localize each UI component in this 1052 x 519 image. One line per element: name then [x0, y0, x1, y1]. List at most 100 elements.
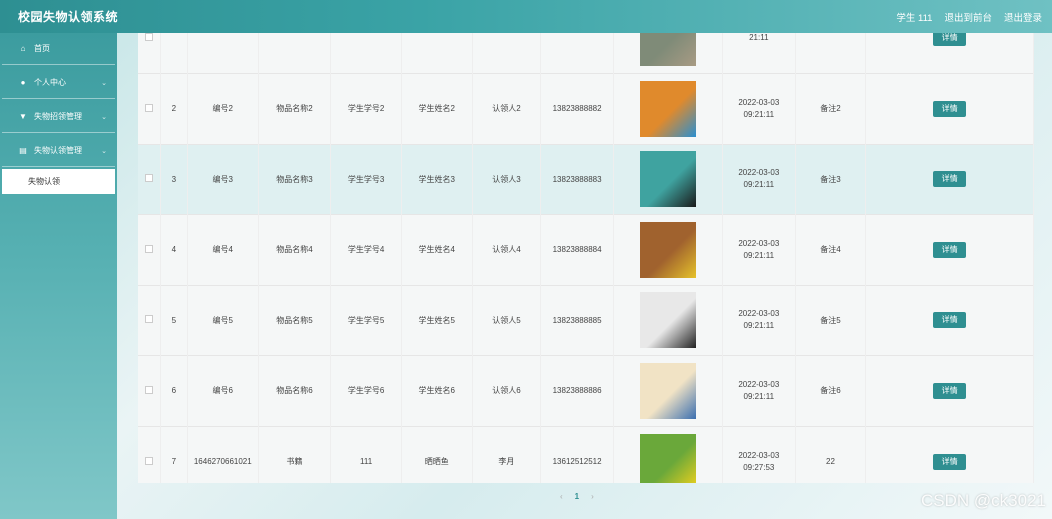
item-thumbnail: [639, 433, 696, 483]
table-cell: 认领人5: [472, 284, 542, 356]
filter-icon: ▼: [19, 112, 27, 121]
chevron-down-icon: ⌄: [101, 147, 107, 155]
remark: 备注4: [820, 245, 841, 255]
student-name: 学生姓名5: [418, 315, 455, 325]
item-thumbnail: [639, 80, 696, 137]
item-name: 物品名称5: [276, 315, 313, 325]
table-cell: 2022-03-03 09:21:11: [722, 284, 796, 356]
table-cell: [138, 143, 161, 215]
phone: 13823888885: [552, 315, 602, 325]
table-cell: 2022-03-03 09:27:53: [722, 425, 796, 483]
table-cell: 学生姓名6: [401, 355, 473, 426]
sidebar-item-3[interactable]: ▤ 失物认领管理 ⌄: [2, 135, 115, 167]
table-row[interactable]: 2 编号2 物品名称2 学生学号2 学生姓名2 认领人2 13823888882 2022-0…: [138, 73, 1034, 144]
table-cell: 6: [160, 355, 188, 426]
table-cell: 详情: [865, 425, 1034, 483]
home-icon: ⌂: [20, 44, 26, 53]
table-cell: [187, 33, 259, 74]
table-cell: 学生学号2: [330, 73, 402, 144]
main-content: 21:11 详情 2 编号2 物品名称2 学生学号2 学生姓名2 认领人2 1382388888…: [138, 33, 1034, 483]
chevron-down-icon: ⌄: [101, 79, 107, 87]
table-cell: 认领人3: [472, 143, 542, 215]
remark: 备注3: [820, 174, 841, 184]
table-cell: 1646270661021: [187, 425, 259, 483]
sidebar-item-1[interactable]: ● 个人中心 ⌄: [2, 67, 115, 99]
sidebar-subitem-claims[interactable]: 失物认领: [2, 169, 115, 194]
detail-button[interactable]: 详情: [933, 33, 967, 46]
table-row[interactable]: 21:11 详情: [138, 33, 1034, 74]
table-cell: [540, 33, 614, 74]
detail-button[interactable]: 详情: [933, 171, 967, 188]
sidebar-item-0[interactable]: ⌂ 首页: [2, 33, 115, 65]
detail-button[interactable]: 详情: [933, 382, 967, 399]
detail-button[interactable]: 详情: [933, 241, 967, 258]
detail-button[interactable]: 详情: [933, 312, 967, 329]
table-row[interactable]: 7 1646270661021 书籍 111 晒晒鱼 李月 13612512512 2022-…: [138, 425, 1034, 483]
table-cell: 13823888883: [540, 143, 614, 215]
table-cell: 详情: [865, 214, 1034, 285]
row-index: 2: [171, 104, 177, 114]
header-actions: 学生 111 退出到前台 退出登录: [896, 10, 1042, 24]
phone: 13823888883: [552, 174, 602, 184]
item-code: 编号6: [212, 386, 233, 396]
back-to-frontend-link[interactable]: 退出到前台: [944, 10, 992, 24]
table-cell: 4: [160, 214, 188, 285]
next-page-button[interactable]: ›: [591, 492, 594, 501]
table-cell: [613, 214, 723, 285]
student-name: 学生姓名3: [418, 174, 455, 184]
table-row[interactable]: 4 编号4 物品名称4 学生学号4 学生姓名4 认领人4 13823888884 2022-0…: [138, 214, 1034, 285]
current-page[interactable]: 1: [575, 492, 579, 501]
table-cell: 2022-03-03 09:21:11: [722, 355, 796, 426]
table-cell: 13823888886: [540, 355, 614, 426]
item-code: 1646270661021: [193, 457, 252, 466]
table-cell: 学生学号5: [330, 284, 402, 356]
sidebar-item-2[interactable]: ▼ 失物招领管理 ⌄: [2, 101, 115, 133]
table-cell: 学生姓名5: [401, 284, 473, 356]
detail-button[interactable]: 详情: [933, 100, 967, 117]
table-row[interactable]: 5 编号5 物品名称5 学生学号5 学生姓名5 认领人5 13823888885 2022-0…: [138, 284, 1034, 356]
claim-time: 2022-03-03 09:21:11: [738, 379, 780, 401]
sidebar-subitem-label: 失物认领: [28, 177, 60, 186]
table-cell: 2022-03-03 09:21:11: [722, 143, 796, 215]
table-row[interactable]: 3 编号3 物品名称3 学生学号3 学生姓名3 认领人3 13823888883 2022-0…: [138, 143, 1034, 215]
claim-time: 2022-03-03 09:21:11: [738, 168, 780, 190]
item-thumbnail: [639, 221, 696, 278]
table-cell: [613, 33, 723, 74]
row-checkbox[interactable]: [144, 103, 153, 112]
row-checkbox[interactable]: [144, 244, 153, 253]
table-cell: [138, 33, 161, 74]
table-row[interactable]: 6 编号6 物品名称6 学生学号6 学生姓名6 认领人6 13823888886 2022-0…: [138, 355, 1034, 426]
item-name: 物品名称3: [276, 174, 313, 184]
table-cell: 13823888884: [540, 214, 614, 285]
table-cell: 备注3: [795, 143, 867, 215]
item-name: 物品名称2: [276, 104, 313, 114]
claimant: 认领人3: [492, 174, 521, 184]
detail-button[interactable]: 详情: [933, 453, 967, 470]
row-index: 7: [171, 457, 177, 466]
table-cell: [160, 33, 188, 74]
table-cell: 书籍: [258, 425, 332, 483]
item-thumbnail: [639, 292, 696, 349]
row-checkbox[interactable]: [144, 385, 153, 394]
claimant: 认领人2: [492, 104, 521, 114]
prev-page-button[interactable]: ‹: [560, 492, 563, 501]
row-checkbox[interactable]: [144, 33, 153, 41]
table-cell: 13823888882: [540, 73, 614, 144]
app-title: 校园失物认领系统: [18, 10, 119, 24]
watermark: CSDN @ck3021: [921, 491, 1046, 510]
row-checkbox[interactable]: [144, 315, 153, 324]
table-cell: 学生学号4: [330, 214, 402, 285]
table-cell: 晒晒鱼: [401, 425, 473, 483]
logout-link[interactable]: 退出登录: [1004, 10, 1042, 24]
student-id: 学生学号6: [347, 386, 385, 396]
table-cell: 编号2: [187, 73, 259, 144]
claimant: 李月: [498, 457, 515, 466]
item-code: 编号5: [212, 315, 233, 325]
table-cell: 7: [160, 425, 188, 483]
row-checkbox[interactable]: [144, 456, 153, 465]
table-cell: 编号3: [187, 143, 259, 215]
table-cell: [613, 143, 723, 215]
student-id: 学生学号5: [347, 315, 385, 325]
row-checkbox[interactable]: [144, 174, 153, 183]
remark: 备注6: [820, 386, 841, 396]
